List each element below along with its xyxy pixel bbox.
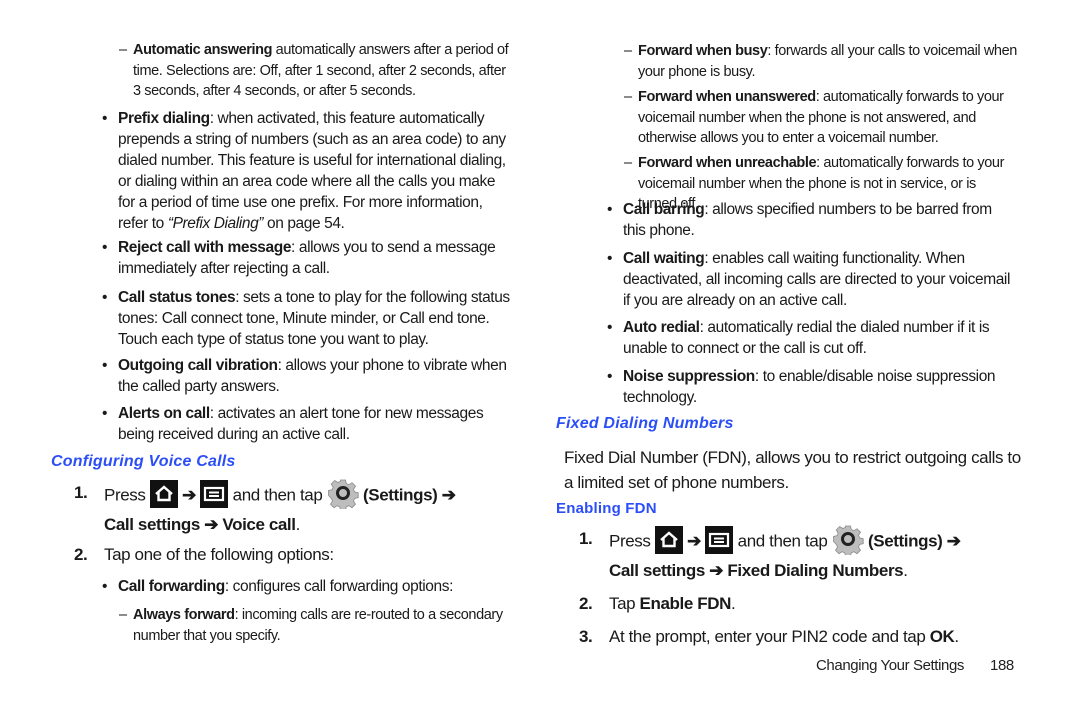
call-waiting-item: Call waiting: enables call waiting funct…	[607, 248, 1018, 311]
footer-section-title: Changing Your Settings	[816, 657, 964, 674]
term: Reject call with message	[118, 239, 292, 256]
forward-busy-item: Forward when busy: forwards all your cal…	[624, 41, 1018, 82]
prefix-dialing-link[interactable]: “Prefix Dialing”	[168, 215, 264, 232]
term: Call barring	[623, 201, 705, 218]
auto-answer-item: Automatic answering automatically answer…	[119, 40, 513, 102]
step-number: 1.	[74, 483, 88, 502]
step-number: 1.	[579, 529, 593, 548]
term: Always forward	[133, 607, 235, 623]
configuring-voice-calls-heading: Configuring Voice Calls	[51, 453, 236, 470]
term: Outgoing call vibration	[118, 357, 278, 374]
path-call-settings: Call settings	[104, 515, 200, 534]
call-barring-item: Call barring: allows specified numbers t…	[607, 199, 1018, 241]
press-label: Press	[609, 531, 651, 551]
path-fixed-dialing-numbers: Fixed Dialing Numbers	[727, 561, 904, 580]
auto-redial-item: Auto redial: automatically redial the di…	[607, 317, 1018, 359]
period: .	[903, 561, 908, 580]
term: Enable FDN	[639, 594, 732, 613]
term: Call status tones	[118, 289, 236, 306]
fdn-intro: Fixed Dial Number (FDN), allows you to r…	[564, 448, 1021, 492]
arrow: ➔	[441, 485, 456, 505]
term: Call waiting	[623, 250, 705, 267]
arrow: ➔	[687, 531, 701, 551]
noise-suppression-item: Noise suppression: to enable/disable noi…	[607, 366, 1018, 408]
fdn-step-3: 3. At the prompt, enter your PIN2 code a…	[579, 624, 1029, 649]
desc-tail: on page 54.	[263, 215, 345, 232]
always-forward-item: Always forward: incoming calls are re-ro…	[119, 605, 518, 646]
arrow: ➔	[709, 561, 724, 580]
term: Automatic answering	[133, 42, 273, 58]
term: Noise suppression	[623, 368, 755, 385]
prefix-dialing-item: Prefix dialing: when activated, this fea…	[102, 108, 513, 234]
term: Forward when unanswered	[638, 89, 816, 105]
menu-key-icon	[705, 526, 734, 554]
path-voice-call: Voice call	[222, 515, 296, 534]
term: Alerts on call	[118, 405, 210, 422]
term: Forward when busy	[638, 43, 768, 59]
then-tap-label: and then tap	[737, 531, 828, 551]
term: Call forwarding	[118, 578, 225, 595]
term: Forward when unreachable	[638, 155, 817, 171]
reject-call-item: Reject call with message: allows you to …	[102, 237, 513, 279]
voice-step-1: 1. Press ➔ and then tap (Settings) ➔ Cal…	[74, 477, 524, 537]
page-number: 188	[990, 657, 1014, 674]
call-forwarding-item: Call forwarding: configures call forward…	[102, 576, 518, 597]
step-number: 3.	[579, 627, 593, 646]
step-text: Tap one of the following options:	[104, 545, 334, 564]
home-key-icon	[654, 526, 683, 554]
menu-key-icon	[200, 480, 229, 508]
enabling-fdn-heading: Enabling FDN	[556, 500, 657, 517]
arrow: ➔	[182, 485, 196, 505]
step-number: 2.	[74, 545, 88, 564]
term: Prefix dialing	[118, 110, 210, 127]
voice-step-2: 2. Tap one of the following options:	[74, 542, 524, 567]
desc: : configures call forwarding options:	[224, 578, 454, 595]
then-tap-label: and then tap	[232, 485, 323, 505]
settings-label: (Settings)	[868, 531, 943, 551]
settings-label: (Settings)	[363, 485, 438, 505]
home-key-icon	[149, 480, 178, 508]
step-text: At the prompt, enter your PIN2 code and …	[609, 627, 930, 646]
call-status-tones-item: Call status tones: sets a tone to play f…	[102, 287, 513, 350]
fixed-dialing-numbers-heading: Fixed Dialing Numbers	[556, 415, 734, 432]
step-text: Tap	[609, 594, 640, 613]
period: .	[954, 627, 959, 646]
path-call-settings: Call settings	[609, 561, 705, 580]
period: .	[730, 594, 736, 613]
forward-unanswered-item: Forward when unanswered: automatically f…	[624, 87, 1013, 149]
term: OK	[929, 627, 955, 646]
period: .	[295, 515, 301, 534]
arrow: ➔	[946, 531, 961, 551]
alerts-on-call-item: Alerts on call: activates an alert tone …	[102, 403, 513, 445]
arrow: ➔	[204, 515, 219, 534]
desc: : when activated, this feature automatic…	[118, 110, 506, 232]
fdn-step-1: 1. Press ➔ and then tap (Settings) ➔ Cal…	[579, 523, 1029, 583]
settings-gear-icon	[327, 477, 359, 511]
press-label: Press	[104, 485, 146, 505]
fdn-step-2: 2. Tap Enable FDN.	[579, 591, 1029, 616]
settings-gear-icon	[832, 523, 864, 557]
step-number: 2.	[579, 594, 593, 613]
term: Auto redial	[623, 319, 700, 336]
outgoing-vibration-item: Outgoing call vibration: allows your pho…	[102, 355, 513, 397]
